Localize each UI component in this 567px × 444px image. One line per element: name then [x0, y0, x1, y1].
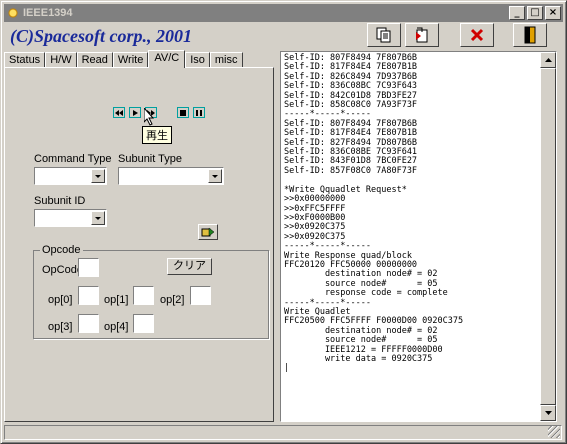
scroll-thumb[interactable]	[540, 68, 556, 405]
tab-misc[interactable]: misc	[209, 52, 243, 68]
mouse-cursor-icon	[144, 108, 155, 126]
scroll-down-button[interactable]	[540, 405, 556, 421]
op3-input[interactable]	[78, 314, 99, 333]
op0-label: op[0]	[48, 294, 73, 306]
op2-label: op[2]	[160, 294, 185, 306]
op1-label: op[1]	[104, 294, 129, 306]
paste-icon	[416, 27, 428, 43]
play-icon	[133, 109, 138, 116]
command-type-select[interactable]	[34, 167, 107, 185]
close-button[interactable]: ×	[545, 6, 561, 20]
log-line: |	[284, 363, 290, 374]
op2-input[interactable]	[190, 286, 211, 305]
rewind-icon	[115, 109, 123, 116]
log-scrollbar[interactable]	[540, 52, 556, 421]
copy-button[interactable]	[367, 23, 401, 47]
paste-button[interactable]	[405, 23, 439, 47]
resize-grip[interactable]	[548, 426, 560, 438]
tab-read[interactable]: Read	[76, 52, 113, 68]
chevron-down-icon[interactable]	[208, 169, 222, 183]
media-controls	[113, 107, 209, 118]
arrow-up-icon	[544, 58, 552, 62]
window-title: IEEE1394	[23, 7, 73, 19]
tab-iso[interactable]: Iso	[185, 52, 210, 68]
stop-icon	[180, 109, 186, 116]
send-icon	[201, 227, 215, 237]
log-output[interactable]: Self-ID: 807F8494 7F807B6B Self-ID: 817F8…	[280, 51, 557, 422]
op4-input[interactable]	[133, 314, 154, 333]
op1-input[interactable]	[133, 286, 154, 305]
tab-strip: Status H/W Read Write AV/C Iso misc	[4, 50, 243, 68]
subunit-type-select[interactable]	[118, 167, 224, 185]
subunit-id-select[interactable]	[34, 209, 107, 227]
op3-label: op[3]	[48, 321, 73, 333]
exit-button[interactable]	[513, 23, 547, 47]
brand-title: (C)Spacesoft corp., 2001	[10, 26, 192, 46]
stop-button[interactable]	[177, 107, 189, 118]
tab-write[interactable]: Write	[112, 52, 149, 68]
op0-input[interactable]	[78, 286, 99, 305]
subunit-type-label: Subunit Type	[118, 153, 183, 165]
opcode-label: OpCode	[42, 264, 83, 276]
arrow-down-icon	[544, 411, 552, 415]
opcode-group-title: Opcode	[40, 244, 83, 256]
maximize-button[interactable]: □	[527, 6, 543, 20]
minimize-button[interactable]: _	[509, 6, 525, 20]
title-bar[interactable]: IEEE1394 _ □ ×	[4, 4, 563, 22]
tab-status[interactable]: Status	[4, 52, 46, 68]
exit-door-icon	[524, 26, 536, 44]
chevron-down-icon[interactable]	[91, 169, 105, 183]
rewind-button[interactable]	[113, 107, 125, 118]
log-line: Self-ID: 857F08C0 7A80F73F	[284, 165, 418, 176]
clear-icon	[470, 28, 484, 42]
clear-button[interactable]	[460, 23, 494, 47]
chevron-down-icon[interactable]	[91, 211, 105, 225]
app-icon[interactable]	[6, 6, 20, 20]
tab-avc[interactable]: AV/C	[148, 50, 186, 68]
status-bar	[4, 425, 562, 440]
pause-icon	[196, 109, 202, 116]
copy-icon	[376, 27, 391, 43]
log-line: write data = 0920C375	[284, 354, 433, 364]
subunit-id-label: Subunit ID	[34, 195, 86, 207]
op4-label: op[4]	[104, 321, 129, 333]
play-button[interactable]	[129, 107, 141, 118]
clear-opcode-button[interactable]: クリア	[167, 258, 212, 275]
command-type-label: Command Type	[34, 153, 112, 165]
send-command-button[interactable]	[198, 224, 218, 240]
pause-button[interactable]	[193, 107, 205, 118]
play-tooltip: 再生	[142, 126, 172, 144]
scroll-up-button[interactable]	[540, 52, 556, 68]
opcode-input[interactable]	[78, 258, 99, 277]
log-text: Self-ID: 807F8494 7F807B6B Self-ID: 817F8…	[284, 53, 542, 374]
tab-hw[interactable]: H/W	[45, 52, 77, 68]
